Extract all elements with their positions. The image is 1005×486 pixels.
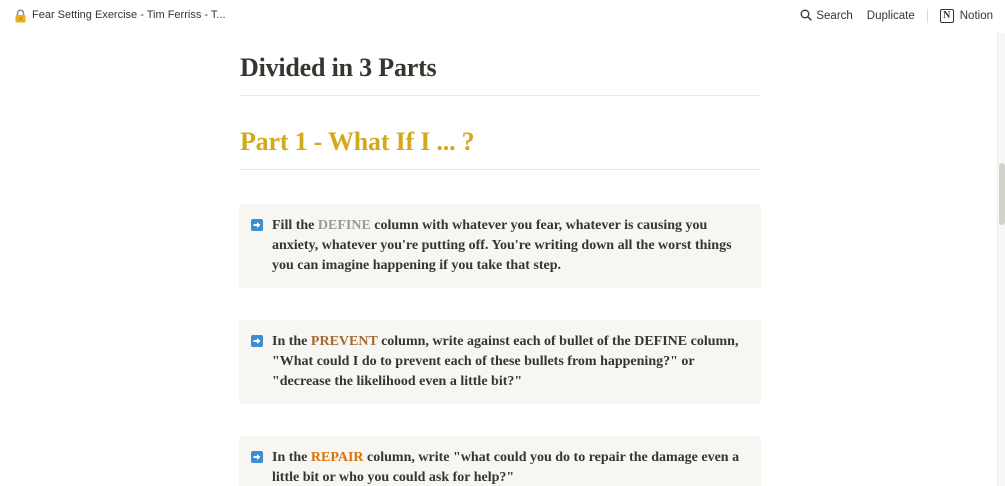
heading-divider (239, 95, 761, 96)
keyword-repair: REPAIR (310, 450, 364, 465)
heading-part-1: Part 1 - What If I ... ? (240, 127, 475, 156)
notion-link[interactable]: N Notion (939, 9, 993, 23)
callout-prevent: In the PREVENT column, write against eac… (239, 320, 761, 404)
keyword-prevent: PREVENT (310, 334, 378, 349)
vertical-scrollbar[interactable] (997, 33, 1005, 486)
callout-text: Fill the DEFINE column with whatever you… (272, 218, 732, 273)
top-actions: Search Duplicate N Notion (800, 6, 993, 26)
notion-label: Notion (959, 10, 993, 22)
lock-icon (14, 9, 27, 23)
callout-repair: In the REPAIR column, write "what could … (239, 436, 761, 486)
search-button[interactable]: Search (800, 9, 853, 24)
toolbar-divider (926, 9, 928, 23)
callout-text: In the PREVENT column, write against eac… (272, 334, 739, 389)
callout-text: In the REPAIR column, write "what could … (272, 450, 740, 485)
duplicate-button[interactable]: Duplicate (867, 10, 915, 22)
callout-define: Fill the DEFINE column with whatever you… (239, 204, 761, 288)
keyword-define: DEFINE (317, 218, 371, 233)
top-bar: Fear Setting Exercise - Tim Ferriss - T.… (0, 0, 1005, 33)
document-title[interactable]: Fear Setting Exercise - Tim Ferriss - T.… (32, 9, 226, 21)
arrow-right-icon (251, 335, 263, 347)
arrow-right-icon (251, 451, 263, 463)
heading-divided: Divided in 3 Parts (240, 53, 437, 82)
subheading-divider (239, 169, 761, 170)
notion-logo-icon: N (939, 9, 954, 23)
arrow-right-icon (251, 219, 263, 231)
search-label: Search (816, 10, 853, 22)
search-icon (800, 9, 816, 24)
scrollbar-thumb[interactable] (999, 163, 1005, 225)
